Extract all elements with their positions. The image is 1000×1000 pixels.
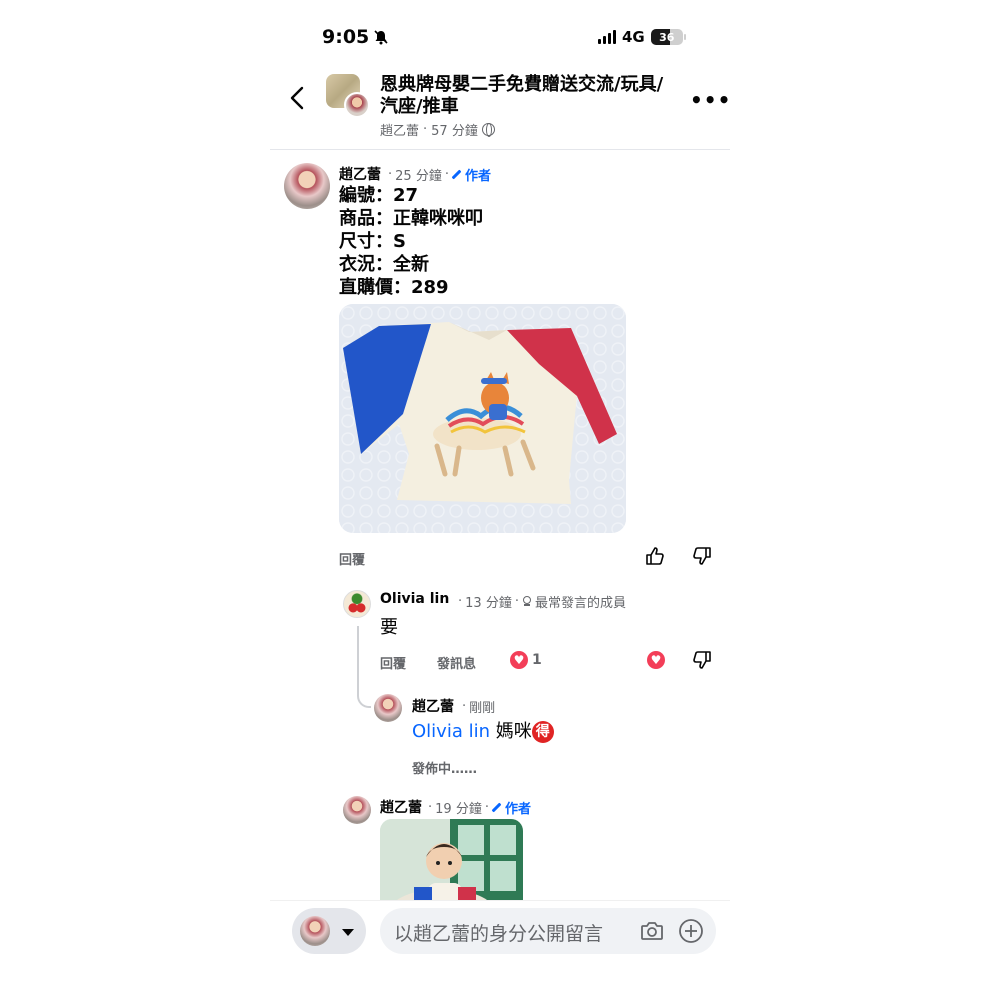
meta-separator: · xyxy=(444,167,449,182)
comment-author[interactable]: 趙乙蕾 xyxy=(339,164,381,184)
tshirt-image xyxy=(339,304,626,533)
comment-author[interactable]: Olivia lin xyxy=(380,591,449,607)
comment-meta: · 19 分鐘 · 作者 xyxy=(428,798,531,817)
bell-muted-icon xyxy=(374,30,388,45)
post-meta: 趙乙蕾 · 57 分鐘 xyxy=(380,120,495,139)
heart-icon xyxy=(510,651,528,669)
thumbs-down-icon[interactable] xyxy=(691,649,713,671)
child-photo[interactable] xyxy=(380,819,523,909)
author-badge: 作者 xyxy=(464,169,491,184)
comment-time: 25 分鐘 xyxy=(395,169,442,184)
reaction-summary[interactable]: 1 xyxy=(510,651,542,669)
camera-icon[interactable] xyxy=(640,920,664,942)
meta-separator: · xyxy=(514,594,519,609)
group-title[interactable]: 恩典牌母嬰二手免費贈送交流/玩具/汽座/推車 xyxy=(380,74,670,118)
member-badge: 最常發言的成員 xyxy=(534,596,626,611)
thumbs-down-icon[interactable] xyxy=(691,545,713,567)
reply-button[interactable]: 回覆 xyxy=(380,653,406,672)
emoji-de: 得 xyxy=(531,721,554,743)
mention-link[interactable]: Olivia lin xyxy=(412,721,490,742)
comment-line: 尺寸：S xyxy=(339,231,406,252)
reaction-count: 1 xyxy=(532,652,542,668)
post-author[interactable]: 趙乙蕾 xyxy=(380,120,419,139)
phone-screen: 9:05 4G 36 恩典牌母嬰二手免費贈送交流/玩具/汽座/推車 趙乙蕾 · … xyxy=(270,0,730,1000)
comment-line: 直購價：289 xyxy=(339,277,449,298)
signal-icon xyxy=(598,30,616,44)
comment-meta: · 25 分鐘 · 作者 xyxy=(388,165,491,184)
comment-meta: · 剛剛 xyxy=(462,697,495,716)
pencil-icon xyxy=(492,803,502,813)
avatar[interactable] xyxy=(343,590,371,618)
poster-avatar-small xyxy=(344,92,370,118)
top-contributor-icon xyxy=(522,595,532,608)
meta-separator: · xyxy=(423,122,428,137)
author-badge: 作者 xyxy=(504,802,531,817)
more-icon[interactable]: ••• xyxy=(690,88,730,112)
avatar[interactable] xyxy=(374,694,402,722)
meta-separator: · xyxy=(462,699,467,714)
comment-time: 剛剛 xyxy=(469,701,496,716)
comment-input-placeholder[interactable]: 以趙乙蕾的身分公開留言 xyxy=(394,919,603,946)
caret-down-icon[interactable] xyxy=(342,929,354,936)
meta-separator: · xyxy=(458,594,463,609)
avatar[interactable] xyxy=(284,163,330,209)
reply-text: 媽咪 xyxy=(495,721,532,742)
comment-time: 19 分鐘 xyxy=(435,802,482,817)
status-time: 9:05 xyxy=(322,26,389,48)
comment-time: 13 分鐘 xyxy=(465,596,512,611)
avatar[interactable] xyxy=(343,796,371,824)
globe-icon xyxy=(481,123,495,137)
avatar xyxy=(300,916,330,946)
comment-line: 商品：正韓咪咪叩 xyxy=(339,208,483,229)
post-time: 57 分鐘 xyxy=(431,124,478,139)
chevron-left-icon[interactable] xyxy=(290,86,304,110)
product-photo[interactable] xyxy=(339,304,626,533)
meta-separator: · xyxy=(484,800,489,815)
message-button[interactable]: 發訊息 xyxy=(437,653,476,672)
comment-meta: · 13 分鐘 · 最常發言的成員 xyxy=(458,592,626,611)
status-indicators: 4G 36 xyxy=(598,28,686,46)
posting-status: 發佈中…… xyxy=(412,762,478,777)
battery-level: 36 xyxy=(659,30,675,44)
comment-text: 要 xyxy=(380,617,398,638)
comment-line: 編號：27 xyxy=(339,185,419,206)
header-divider xyxy=(270,149,730,150)
meta-separator: · xyxy=(428,800,433,815)
pencil-icon xyxy=(452,170,462,180)
comment-author[interactable]: 趙乙蕾 xyxy=(380,797,422,817)
reply-button[interactable]: 回覆 xyxy=(339,549,365,568)
comment-line: 衣況：全新 xyxy=(339,254,429,275)
meta-separator: · xyxy=(388,167,393,182)
network-label: 4G xyxy=(622,28,645,46)
heart-icon[interactable] xyxy=(647,651,665,669)
status-time-label: 9:05 xyxy=(322,26,370,48)
battery-icon: 36 xyxy=(650,29,686,45)
thread-line xyxy=(357,626,371,708)
comment-author[interactable]: 趙乙蕾 xyxy=(412,696,454,716)
child-image xyxy=(380,819,523,909)
comment-text: Olivia lin 媽咪得 xyxy=(412,717,554,743)
comment-body: 編號：27 商品：正韓咪咪叩 尺寸：S 衣況：全新 直購價：289 xyxy=(339,184,483,299)
thumbs-up-icon[interactable] xyxy=(644,545,666,567)
plus-circle-icon[interactable] xyxy=(678,918,704,944)
